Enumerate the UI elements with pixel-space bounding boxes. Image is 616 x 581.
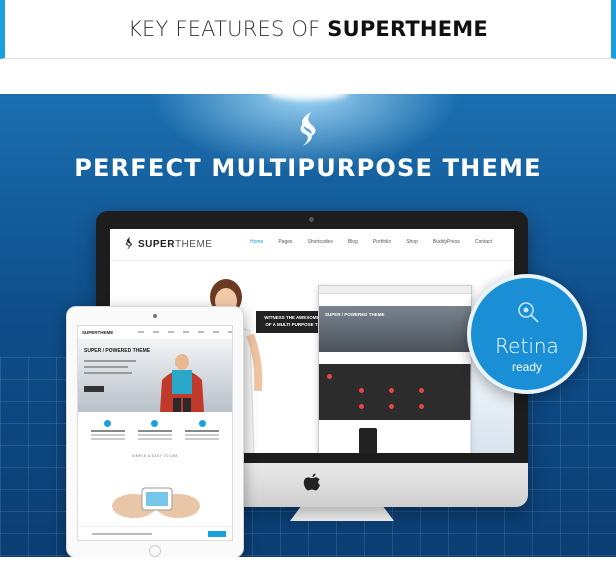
- tablet-hero: SUPER / POWERED THEME: [78, 340, 232, 412]
- hands-with-phone-image: [112, 487, 200, 518]
- menu-item-shop[interactable]: Shop: [406, 239, 418, 245]
- text-line: [84, 366, 128, 368]
- feature-dot: [359, 388, 364, 393]
- feature-dot: [327, 374, 332, 379]
- website-brand: SUPERTHEME: [124, 237, 212, 251]
- section-title-light: KEY FEATURES OF: [128, 17, 328, 41]
- monitor-camera: [309, 217, 314, 222]
- tablet-footer: [78, 526, 232, 540]
- tablet-device: SUPERTHEME SUPER / POWERED THEME SIMPLE …: [66, 306, 244, 558]
- tablet-hero-button[interactable]: [84, 386, 104, 392]
- menu-item-home[interactable]: Home: [250, 239, 263, 245]
- text-line: [84, 372, 132, 374]
- tablet-brand: SUPERTHEME: [82, 330, 114, 335]
- section-header: KEY FEATURES OF SUPERTHEME: [0, 0, 616, 59]
- supertheme-logo-icon: [300, 112, 316, 146]
- browser-features-section: [319, 364, 471, 420]
- retina-ready-badge: Retina ready: [467, 274, 587, 394]
- brand-logo-icon: [125, 237, 132, 250]
- browser-hero-image: SUPER / POWERED THEME: [319, 306, 471, 352]
- feature-dot: [359, 404, 364, 409]
- retina-icon: [518, 302, 539, 323]
- brand-name-bold: SUPER: [138, 238, 175, 250]
- brand-name: SUPERTHEME: [138, 239, 212, 250]
- tablet-section-label: SIMPLE & EASY TO USE: [131, 454, 179, 458]
- retina-subtitle: ready: [511, 360, 543, 374]
- menu-item-contact[interactable]: Contact: [475, 239, 492, 245]
- text-line: [92, 533, 152, 535]
- hero-title: PERFECT MULTIPURPOSE THEME: [74, 154, 542, 182]
- tablet-footer-button[interactable]: [208, 531, 226, 537]
- brand-name-light: THEME: [174, 238, 213, 250]
- monitor-stand: [290, 507, 394, 521]
- menu-item-portfolio[interactable]: Portfolio: [373, 239, 391, 245]
- section-title: KEY FEATURES OF SUPERTHEME: [128, 17, 488, 41]
- tablet-screen: SUPERTHEME SUPER / POWERED THEME SIMPLE …: [77, 325, 233, 541]
- feature-item: [137, 420, 172, 442]
- retina-title: Retina: [495, 334, 559, 358]
- website-navbar: SUPERTHEME Home Pages Shortcodes Blog Po…: [110, 229, 514, 261]
- feature-dot: [419, 404, 424, 409]
- browser-hero-text: SUPER / POWERED THEME: [325, 312, 385, 317]
- section-title-bold: SUPERTHEME: [327, 17, 488, 41]
- tablet-features: [78, 412, 232, 446]
- browser-toolbar: [319, 286, 471, 294]
- menu-item-blog[interactable]: Blog: [348, 239, 358, 245]
- bottom-strip: [0, 557, 616, 581]
- feature-dot: [419, 388, 424, 393]
- superhero-image: [160, 354, 204, 412]
- tablet-hero-title: SUPER / POWERED THEME: [84, 348, 151, 354]
- text-line: [84, 360, 136, 362]
- tablet-menu: [138, 331, 232, 333]
- feature-dot: [389, 388, 394, 393]
- menu-item-buddypress[interactable]: BuddyPress: [433, 239, 460, 245]
- feature-item: [90, 420, 125, 442]
- website-menu: Home Pages Shortcodes Blog Portfolio Sho…: [250, 239, 492, 245]
- feature-item: [185, 420, 220, 442]
- feature-dot: [389, 404, 394, 409]
- home-button[interactable]: [149, 545, 161, 557]
- browser-mockup: SUPER / POWERED THEME: [318, 285, 472, 453]
- menu-item-pages[interactable]: Pages: [278, 239, 292, 245]
- spotlight-glow: [268, 94, 348, 100]
- phone-mockup: [359, 428, 377, 453]
- apple-logo-icon: [303, 473, 320, 491]
- tablet-website-navbar: SUPERTHEME: [78, 326, 232, 340]
- tablet-camera: [153, 314, 157, 318]
- menu-item-shortcodes[interactable]: Shortcodes: [308, 239, 333, 245]
